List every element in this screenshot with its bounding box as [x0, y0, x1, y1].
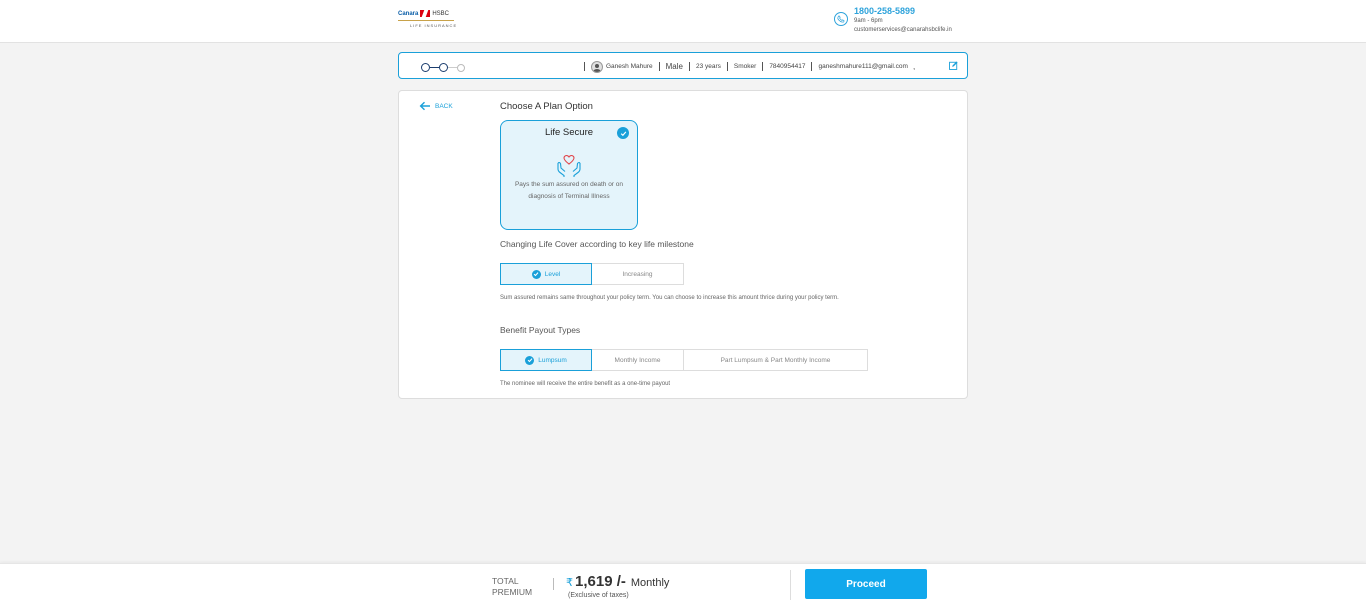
- support-hours: 9am - 6pm: [854, 18, 883, 24]
- payout-option-lumpsum[interactable]: Lumpsum: [500, 349, 592, 371]
- payout-option-monthly-income[interactable]: Monthly Income: [592, 349, 684, 371]
- section-title: Choose A Plan Option: [500, 101, 593, 112]
- divider: [726, 62, 728, 71]
- step-2: [439, 63, 448, 72]
- support-phone-link[interactable]: 1800-258-5899: [854, 5, 952, 17]
- cover-option-label: Increasing: [622, 270, 653, 278]
- logo-canara-text: Canara: [398, 10, 419, 17]
- check-icon: [531, 269, 541, 279]
- payout-option-label: Monthly Income: [614, 356, 661, 364]
- rupee-icon: ₹: [566, 577, 573, 589]
- plan-options-card: BACK Choose A Plan Option Life Secure Pa…: [398, 90, 968, 399]
- divider: [658, 62, 660, 71]
- step-connector: [448, 66, 457, 69]
- total-label-line2: PREMIUM: [492, 587, 533, 597]
- cover-section-title: Changing Life Cover according to key lif…: [500, 239, 694, 249]
- payout-section-title: Benefit Payout Types: [500, 325, 581, 335]
- avatar: [591, 60, 603, 73]
- hsbc-hexagon-icon: [420, 10, 431, 17]
- premium-period: Monthly: [630, 577, 670, 589]
- cover-option-increasing[interactable]: Increasing: [592, 263, 684, 285]
- proceed-button[interactable]: Proceed: [805, 569, 927, 599]
- back-arrow-icon: [419, 101, 430, 111]
- plan-card-life-secure[interactable]: Life Secure Pays the sum assured on deat…: [500, 120, 638, 230]
- payout-option-part-lumpsum-monthly[interactable]: Part Lumpsum & Part Monthly Income: [684, 349, 868, 371]
- divider: [762, 62, 764, 71]
- logo-hsbc-text: HSBC: [432, 10, 450, 17]
- plan-description: Pays the sum assured on death or on diag…: [514, 181, 624, 200]
- payout-type-toggle: Lumpsum Monthly Income Part Lumpsum & Pa…: [500, 349, 868, 371]
- premium-amount: 1,619 /-: [575, 573, 626, 590]
- profile-age: 23 years: [695, 63, 721, 70]
- contact-info: 1800-258-5899 9am - 6pm customerservices…: [834, 5, 952, 34]
- payout-option-label: Lumpsum: [538, 356, 567, 364]
- total-premium-label: TOTAL PREMIUM: [492, 576, 532, 598]
- profile-smoker-status: Smoker: [733, 63, 757, 70]
- progress-stepper: [421, 63, 465, 72]
- tax-note: (Exclusive of taxes): [568, 592, 629, 599]
- step-connector: [430, 66, 439, 69]
- divider: [688, 62, 690, 71]
- divider: [553, 578, 554, 590]
- divider: [790, 570, 791, 600]
- logo-tagline: LIFE INSURANCE: [410, 23, 458, 28]
- step-3: [457, 63, 465, 72]
- edit-icon[interactable]: [949, 61, 958, 70]
- back-label: BACK: [435, 102, 453, 110]
- profile-gender: Male: [665, 62, 683, 71]
- profile-email: ganeshmahure111@gmail.com: [818, 63, 908, 70]
- divider: [811, 62, 813, 71]
- cover-option-note: Sum assured remains same throughout your…: [500, 295, 839, 301]
- logo-divider: [398, 20, 454, 21]
- logo-wordmark: Canara HSBC: [398, 10, 458, 17]
- step-1: [421, 63, 430, 72]
- payout-option-label: Part Lumpsum & Part Monthly Income: [720, 356, 831, 364]
- check-icon: [525, 355, 535, 365]
- profile-details: Ganesh Mahure Male 23 years Smoker 78409…: [578, 60, 915, 73]
- profile-trailing-comma: ,: [912, 62, 916, 71]
- support-email-link[interactable]: customerservices@canarahsbclife.in: [854, 26, 952, 34]
- total-label-line1: TOTAL: [492, 576, 519, 586]
- back-button[interactable]: BACK: [419, 101, 453, 111]
- phone-icon: [834, 12, 848, 26]
- profile-phone: 7840954417: [769, 63, 806, 70]
- cover-option-level[interactable]: Level: [500, 263, 592, 285]
- top-header: Canara HSBC LIFE INSURANCE 1800-258-5899…: [0, 0, 1366, 43]
- cover-option-label: Level: [544, 270, 561, 278]
- heart-in-hands-icon: [557, 154, 581, 177]
- profile-summary-bar: Ganesh Mahure Male 23 years Smoker 78409…: [398, 52, 968, 79]
- payout-option-note: The nominee will receive the entire bene…: [500, 381, 671, 387]
- company-logo[interactable]: Canara HSBC LIFE INSURANCE: [398, 10, 458, 32]
- cover-type-toggle: Level Increasing: [500, 263, 684, 285]
- profile-name: Ganesh Mahure: [606, 63, 653, 70]
- divider: [584, 62, 585, 71]
- premium-value: ₹ 1,619 /- Monthly: [566, 573, 669, 590]
- premium-footer: TOTAL PREMIUM ₹ 1,619 /- Monthly (Exclus…: [0, 563, 1366, 604]
- check-icon: [617, 127, 629, 139]
